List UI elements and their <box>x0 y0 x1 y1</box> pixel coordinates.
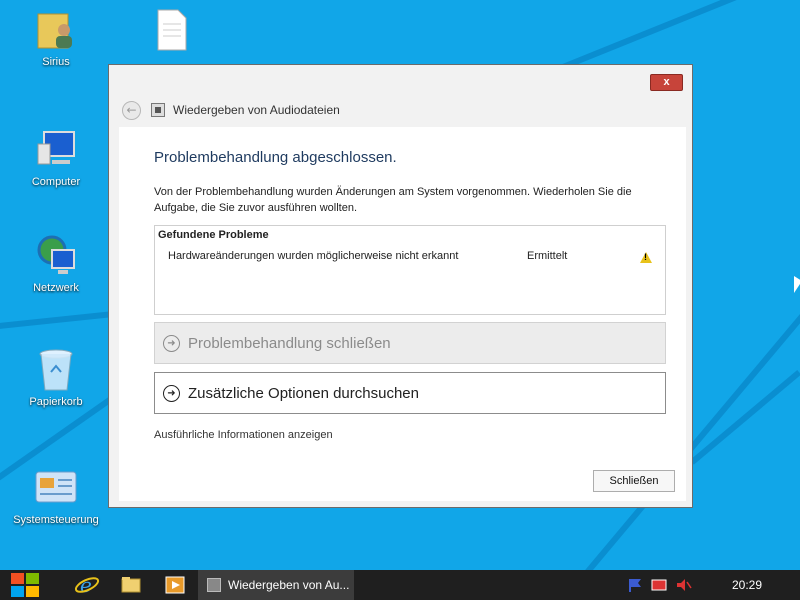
user-folder-icon <box>34 8 78 52</box>
desktop-icon-netzwerk[interactable]: Netzwerk <box>8 234 104 294</box>
nav-bar: ← Wiedergeben von Audiodateien <box>122 99 340 121</box>
start-button[interactable] <box>8 570 42 600</box>
command-label: Zusätzliche Optionen durchsuchen <box>188 384 419 402</box>
taskbar-task-label: Wiedergeben von Au... <box>228 578 350 592</box>
problem-text: Hardwareänderungen wurden möglicherweise… <box>168 250 459 262</box>
recycle-bin-icon <box>34 348 78 392</box>
problems-header: Gefundene Probleme <box>158 229 269 241</box>
content-panel: Problembehandlung abgeschlossen. Von der… <box>119 127 686 501</box>
desktop-icon-label: Papierkorb <box>29 396 83 408</box>
desktop-icon-label: Computer <box>31 176 81 188</box>
desktop-icon-papierkorb[interactable]: Papierkorb <box>8 348 104 408</box>
problem-row: Hardwareänderungen wurden möglicherweise… <box>168 250 658 266</box>
document-icon <box>148 8 192 52</box>
media-player-icon[interactable] <box>160 570 190 600</box>
desktop-icon-label: Netzwerk <box>33 282 79 294</box>
control-panel-icon <box>34 466 78 510</box>
desktop-icon-label: Sirius <box>42 56 70 68</box>
troubleshooter-app-icon <box>151 103 165 117</box>
desktop-icon-document[interactable] <box>122 8 218 56</box>
computer-icon <box>34 128 78 172</box>
close-button[interactable]: Schließen <box>593 470 675 492</box>
page-title: Problembehandlung abgeschlossen. <box>154 149 397 166</box>
windows-logo-icon <box>11 573 24 584</box>
desktop-icon-label: Systemsteuerung <box>13 514 99 526</box>
arrow-circle-icon: ➜ <box>163 334 180 352</box>
flag-icon[interactable] <box>626 577 644 593</box>
taskbar-active-window[interactable]: Wiedergeben von Au... <box>198 570 354 600</box>
taskbar: e Wiedergeben von Au... 20:29 <box>0 570 800 600</box>
problem-status: Ermittelt <box>527 250 568 262</box>
speaker-icon[interactable] <box>674 577 692 593</box>
nav-title: Wiedergeben von Audiodateien <box>173 103 340 117</box>
arrow-circle-icon: ➜ <box>163 384 180 402</box>
system-tray: 20:29 <box>626 570 800 600</box>
problems-box: Gefundene Probleme Hardwareänderungen wu… <box>154 225 666 315</box>
explorer-folder-icon[interactable] <box>116 570 146 600</box>
network-tray-icon[interactable] <box>650 577 668 593</box>
details-link[interactable]: Ausführliche Informationen anzeigen <box>154 429 333 441</box>
internet-explorer-icon[interactable]: e <box>72 570 102 600</box>
svg-text:e: e <box>80 573 92 597</box>
mouse-cursor <box>794 276 800 293</box>
window-close-button[interactable]: x <box>650 74 683 91</box>
troubleshooter-window: x ← Wiedergeben von Audiodateien Problem… <box>108 64 693 508</box>
title-bar[interactable]: x <box>109 65 692 91</box>
close-troubleshooter-command: ➜ Problembehandlung schließen <box>154 322 666 364</box>
description-text: Von der Problembehandlung wurden Änderun… <box>154 186 632 214</box>
back-arrow-icon[interactable]: ← <box>122 100 141 120</box>
troubleshooter-task-icon <box>207 578 221 592</box>
network-icon <box>34 234 78 278</box>
desktop-icon-computer[interactable]: Computer <box>8 128 104 188</box>
desktop-icon-systemsteuerung[interactable]: Systemsteuerung <box>8 466 104 526</box>
desktop-icon-sirius[interactable]: Sirius <box>8 8 104 68</box>
clock[interactable]: 20:29 <box>732 578 762 592</box>
explore-options-command[interactable]: ➜ Zusätzliche Optionen durchsuchen <box>154 372 666 414</box>
command-label: Problembehandlung schließen <box>188 334 391 352</box>
